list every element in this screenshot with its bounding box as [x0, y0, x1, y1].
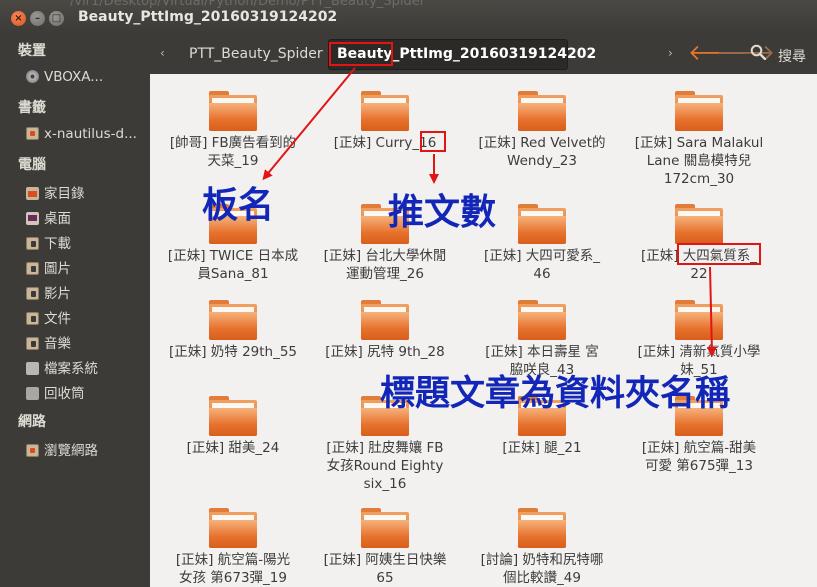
- annotation-board-name: 板名: [202, 185, 275, 226]
- annotation-arrows: [262, 67, 717, 357]
- arrow-to-title-caption: [706, 266, 717, 357]
- arrow-to-board-name: [262, 67, 356, 181]
- annotation-title-as-folder: 標題文章為資料夾名稱: [380, 374, 731, 414]
- annotation-push-count: 推文數: [388, 192, 497, 233]
